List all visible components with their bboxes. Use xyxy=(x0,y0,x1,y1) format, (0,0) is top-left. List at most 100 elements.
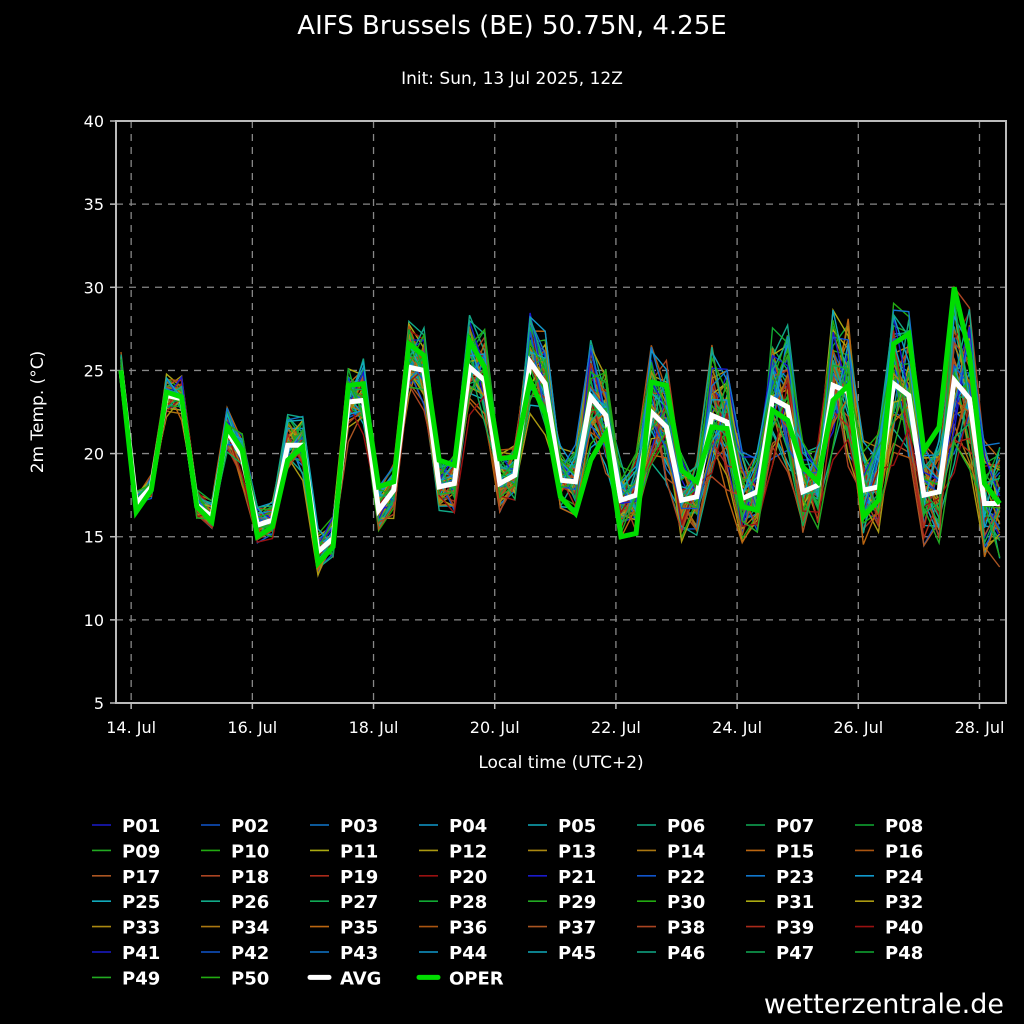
legend-item-p49: P49 xyxy=(92,968,160,989)
legend-item-p42: P42 xyxy=(201,943,269,964)
legend-label: P32 xyxy=(885,892,923,913)
ensemble-temperature-chart: AIFS Brussels (BE) 50.75N, 4.25E Init: S… xyxy=(28,11,1007,1020)
y-tick-label: 25 xyxy=(84,361,104,380)
y-axis-ticks: 40 35 30 25 20 15 10 5 xyxy=(84,112,116,713)
x-tick-label: 24. Jul xyxy=(712,718,762,737)
legend-label: P21 xyxy=(558,867,596,888)
legend-label: P37 xyxy=(558,918,596,939)
legend-label: P50 xyxy=(231,968,269,989)
y-tick-label: 35 xyxy=(84,195,104,214)
legend-item-p03: P03 xyxy=(310,816,378,837)
legend-label: P31 xyxy=(776,892,814,913)
legend-label: P06 xyxy=(667,816,705,837)
legend-item-p26: P26 xyxy=(201,892,269,913)
legend-item-p17: P17 xyxy=(92,867,160,888)
y-tick-label: 15 xyxy=(84,528,104,547)
x-axis-label: Local time (UTC+2) xyxy=(478,753,643,773)
legend-item-p23: P23 xyxy=(746,867,814,888)
legend-label: P10 xyxy=(231,841,269,862)
legend-item-p09: P09 xyxy=(92,841,160,862)
legend-item-p24: P24 xyxy=(855,867,923,888)
legend-item-p20: P20 xyxy=(419,867,487,888)
legend-label: P45 xyxy=(558,943,596,964)
legend-item-p39: P39 xyxy=(746,918,814,939)
legend-label: P40 xyxy=(885,918,923,939)
x-tick-label: 28. Jul xyxy=(955,718,1005,737)
legend-label: P29 xyxy=(558,892,596,913)
y-axis-label: 2m Temp. (°C) xyxy=(28,351,48,474)
x-tick-label: 22. Jul xyxy=(591,718,641,737)
legend-label: P01 xyxy=(122,816,160,837)
legend-label: P34 xyxy=(231,918,269,939)
legend-label: P14 xyxy=(667,841,705,862)
legend-item-p35: P35 xyxy=(310,918,378,939)
legend-label: P09 xyxy=(122,841,160,862)
legend-label: P17 xyxy=(122,867,160,888)
legend-item-p37: P37 xyxy=(528,918,596,939)
legend-label: P07 xyxy=(776,816,814,837)
x-tick-label: 16. Jul xyxy=(227,718,277,737)
legend-label: OPER xyxy=(449,968,504,989)
x-tick-label: 14. Jul xyxy=(106,718,156,737)
legend-item-p27: P27 xyxy=(310,892,378,913)
legend-item-avg: AVG xyxy=(307,968,381,989)
y-tick-label: 30 xyxy=(84,278,104,297)
legend-label: P38 xyxy=(667,918,705,939)
legend-item-p16: P16 xyxy=(855,841,923,862)
legend-label: P20 xyxy=(449,867,487,888)
legend-label: P42 xyxy=(231,943,269,964)
legend-item-p11: P11 xyxy=(310,841,378,862)
legend-label: P12 xyxy=(449,841,487,862)
legend-item-p47: P47 xyxy=(746,943,814,964)
legend-label: P22 xyxy=(667,867,705,888)
legend-item-p32: P32 xyxy=(855,892,923,913)
watermark: wetterzentrale.de xyxy=(764,989,1004,1020)
legend-item-p01: P01 xyxy=(92,816,160,837)
legend: P01 P02 P03 P04 P05 P06 P07 P08 P09 P10 P11 P12 P13 P… xyxy=(92,816,923,989)
legend-label: P39 xyxy=(776,918,814,939)
legend-item-p10: P10 xyxy=(201,841,269,862)
y-tick-label: 10 xyxy=(84,611,104,630)
legend-label: P02 xyxy=(231,816,269,837)
legend-label: P35 xyxy=(340,918,378,939)
legend-item-p14: P14 xyxy=(637,841,705,862)
legend-item-p33: P33 xyxy=(92,918,160,939)
legend-item-p28: P28 xyxy=(419,892,487,913)
legend-label: P33 xyxy=(122,918,160,939)
legend-label: P03 xyxy=(340,816,378,837)
legend-item-p15: P15 xyxy=(746,841,814,862)
legend-item-p21: P21 xyxy=(528,867,596,888)
y-tick-label: 40 xyxy=(84,112,104,131)
legend-item-p07: P07 xyxy=(746,816,814,837)
legend-item-p08: P08 xyxy=(855,816,923,837)
legend-item-p38: P38 xyxy=(637,918,705,939)
y-tick-label: 20 xyxy=(84,445,104,464)
x-tick-label: 26. Jul xyxy=(833,718,883,737)
chart-subtitle: Init: Sun, 13 Jul 2025, 12Z xyxy=(401,69,623,89)
legend-item-p30: P30 xyxy=(637,892,705,913)
legend-label: P24 xyxy=(885,867,923,888)
legend-item-p13: P13 xyxy=(528,841,596,862)
legend-label: P44 xyxy=(449,943,487,964)
legend-item-p25: P25 xyxy=(92,892,160,913)
legend-label: P47 xyxy=(776,943,814,964)
legend-label: P28 xyxy=(449,892,487,913)
legend-item-p45: P45 xyxy=(528,943,596,964)
legend-item-p34: P34 xyxy=(201,918,269,939)
legend-label: P43 xyxy=(340,943,378,964)
legend-label: P36 xyxy=(449,918,487,939)
legend-item-p46: P46 xyxy=(637,943,705,964)
legend-label: P11 xyxy=(340,841,378,862)
legend-label: P04 xyxy=(449,816,487,837)
legend-label: P15 xyxy=(776,841,814,862)
plot-frame xyxy=(115,120,1007,704)
legend-label: P19 xyxy=(340,867,378,888)
legend-label: P27 xyxy=(340,892,378,913)
legend-item-p06: P06 xyxy=(637,816,705,837)
legend-item-p02: P02 xyxy=(201,816,269,837)
legend-label: P05 xyxy=(558,816,596,837)
legend-item-p18: P18 xyxy=(201,867,269,888)
legend-item-p29: P29 xyxy=(528,892,596,913)
legend-item-p04: P04 xyxy=(419,816,487,837)
legend-item-p44: P44 xyxy=(419,943,487,964)
